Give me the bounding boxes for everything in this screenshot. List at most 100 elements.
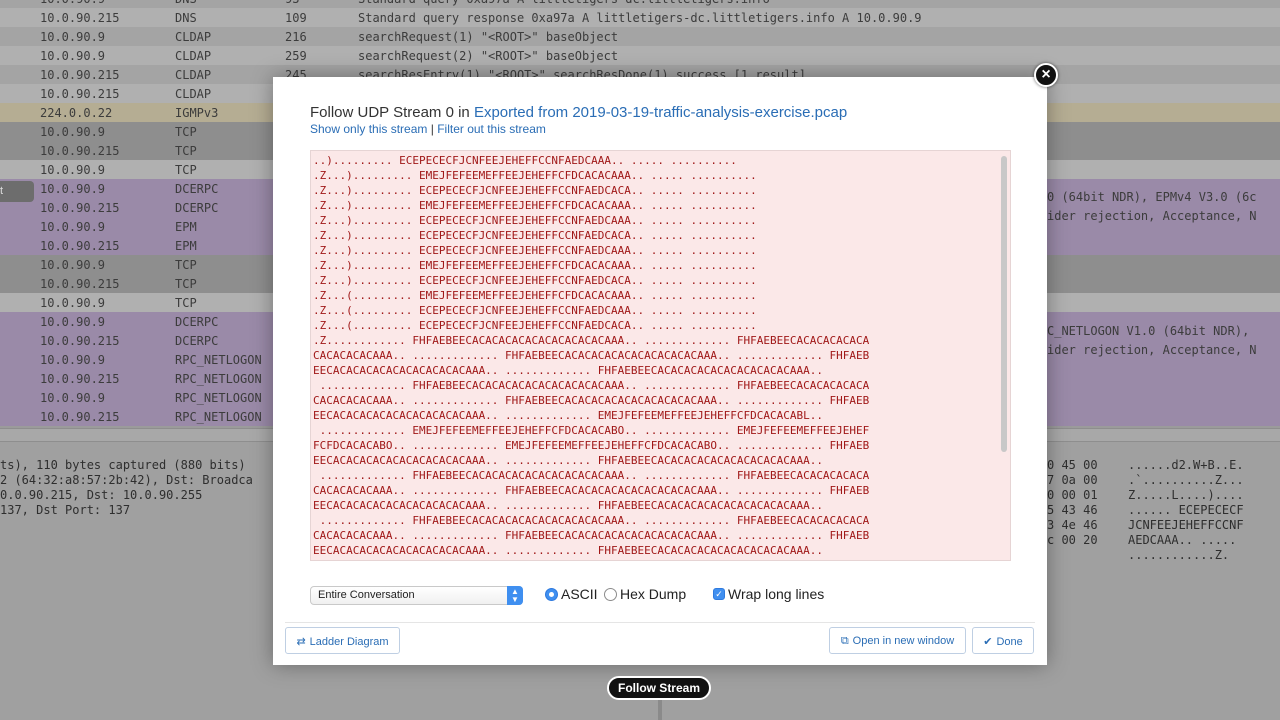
packet-source: 10.0.90.9 (40, 390, 106, 405)
stream-line: .Z...)......... ECEPECECFJCNFEEJEHEFFCCN… (313, 274, 757, 287)
packet-protocol: TCP (175, 295, 197, 310)
packet-source: 10.0.90.9 (40, 29, 106, 44)
packet-protocol: DCERPC (175, 314, 219, 329)
stream-line: CACACACACAAA.. ............. FHFAEBEECAC… (313, 394, 870, 407)
packet-info-fragment: ider rejection, Acceptance, N (1047, 209, 1257, 223)
stream-line: EECACACACACACACACACACACAAA.. ...........… (313, 454, 823, 467)
packet-protocol: RPC_NETLOGON (175, 409, 262, 424)
capture-file-link[interactable]: Exported from 2019-03-19-traffic-analysi… (474, 104, 847, 121)
left-edge-tab: t (0, 181, 34, 202)
show-only-stream-link[interactable]: Show only this stream (310, 122, 427, 136)
stream-line: FCFDCACACABO.. ............. EMEJFEFEEME… (313, 439, 870, 452)
packet-source: 10.0.90.9 (40, 162, 106, 177)
ascii-label: ASCII (561, 586, 598, 602)
stream-line: CACACACACAAA.. ............. FHFAEBEECAC… (313, 529, 870, 542)
filter-out-stream-link[interactable]: Filter out this stream (437, 122, 546, 136)
packet-protocol: DCERPC (175, 181, 219, 196)
stream-line: .Z...)......... ECEPECECFJCNFEEJEHEFFCCN… (313, 184, 757, 197)
stream-content-box[interactable]: ..)......... ECEPECECFJCNFEEJEHEFFCCNFAE… (310, 150, 1011, 561)
stream-line: .Z...)......... EMEJFEFEEMEFFEEJEHEFFCFD… (313, 199, 757, 212)
packet-protocol: TCP (175, 124, 197, 139)
packet-source: 10.0.90.215 (40, 86, 120, 101)
packet-info-fragment: C_NETLOGON V1.0 (64bit NDR), (1047, 324, 1250, 338)
detail-line: 137, Dst Port: 137 (0, 503, 131, 517)
close-icon: × (1041, 66, 1051, 83)
packet-protocol: CLDAP (175, 48, 212, 63)
packet-protocol: TCP (175, 257, 197, 272)
hex-ascii: ...... ECEPECECF (1128, 503, 1244, 517)
packet-protocol: EPM (175, 219, 197, 234)
stream-line: .Z...)......... ECEPECECFJCNFEEJEHEFFCCN… (313, 229, 757, 242)
packet-row[interactable]: 10.0.90.215 DNS 109 Standard query response… (0, 8, 1280, 27)
packet-protocol: CLDAP (175, 86, 212, 101)
packet-protocol: IGMPv3 (175, 105, 219, 120)
packet-source: 10.0.90.215 (40, 67, 120, 82)
conversation-select[interactable]: Entire Conversation ▲ ▼ (310, 586, 523, 605)
new-window-icon: ⧉ (840, 635, 849, 647)
follow-stream-tooltip: Follow Stream (607, 676, 711, 700)
done-label: Done (996, 636, 1023, 648)
stream-line: EECACACACACACACACACACACAAA.. ...........… (313, 544, 823, 557)
footer-divider (285, 622, 1035, 623)
conversation-select-value: Entire Conversation (318, 589, 415, 601)
hex-dump-label: Hex Dump (620, 586, 687, 602)
vertical-split-handle[interactable] (658, 700, 662, 720)
stream-line: ............. EMEJFEFEEMEFFEEJEHEFFCFDCA… (313, 558, 999, 560)
stream-filter-links: Show only this stream | Filter out this … (310, 122, 546, 136)
dialog-title-prefix: Follow UDP Stream 0 in (310, 104, 470, 121)
packet-protocol: CLDAP (175, 67, 212, 82)
packet-row[interactable]: 10.0.90.9 DNS 93 Standard query 0xa97a A li… (0, 0, 1280, 8)
stream-line: .Z...)......... ECEPECECFJCNFEEJEHEFFCCN… (313, 244, 757, 257)
packet-source: 10.0.90.215 (40, 238, 120, 253)
packet-info-fragment: ider rejection, Acceptance, N (1047, 343, 1257, 357)
checkmark-icon: ✔ (983, 636, 993, 648)
packet-source: 10.0.90.9 (40, 295, 106, 310)
hex-bytes: 0 45 00 (1047, 458, 1098, 472)
packet-length: 216 (285, 29, 307, 44)
packet-row[interactable]: 10.0.90.9 CLDAP 259 searchRequest(2) "<ROOT… (0, 46, 1280, 65)
packet-protocol: TCP (175, 276, 197, 291)
stream-line: EECACACACACACACACACACACAAA.. ...........… (313, 409, 823, 422)
stream-line: ............. FHFAEBEECACACACACACACACACA… (313, 379, 870, 392)
wrap-lines-checkbox[interactable]: ✓ (713, 588, 725, 600)
hex-ascii: AEDCAAA.. ..... (1128, 533, 1237, 547)
packet-protocol: DNS (175, 10, 197, 25)
hex-bytes: c 00 20 (1047, 533, 1098, 547)
close-dialog-button[interactable]: × (1034, 63, 1058, 87)
packet-protocol: TCP (175, 162, 197, 177)
packet-protocol: DCERPC (175, 200, 219, 215)
open-new-window-label: Open in new window (852, 635, 955, 647)
packet-source: 10.0.90.215 (40, 10, 120, 25)
hex-bytes: 7 0a 00 (1047, 473, 1098, 487)
stream-line: ............. FHFAEBEECACACACACACACACACA… (313, 514, 870, 527)
open-new-window-button[interactable]: ⧉ Open in new window (829, 627, 966, 654)
hex-bytes: 3 4e 46 (1047, 518, 1098, 532)
hex-dump-radio[interactable] (604, 588, 617, 601)
packet-source: 10.0.90.9 (40, 48, 106, 63)
stream-line: ..)......... ECEPECECFJCNFEEJEHEFFCCNFAE… (313, 154, 737, 167)
stream-line: .Z...)......... ECEPECECFJCNFEEJEHEFFCCN… (313, 214, 757, 227)
ascii-radio[interactable] (545, 588, 558, 601)
packet-source: 10.0.90.215 (40, 200, 120, 215)
packet-info: searchRequest(1) "<ROOT>" baseObject (358, 29, 619, 44)
packet-length: 259 (285, 48, 307, 63)
stream-controls: Entire Conversation ▲ ▼ ASCII Hex Dump ✓ … (310, 585, 1011, 607)
ladder-diagram-button[interactable]: ⇄ Ladder Diagram (285, 627, 400, 654)
packet-source: 10.0.90.9 (40, 181, 106, 196)
stream-line: CACACACACAAA.. ............. FHFAEBEECAC… (313, 349, 870, 362)
packet-info-fragment: 0 (64bit NDR), EPMv4 V3.0 (6c (1047, 190, 1257, 204)
packet-row[interactable]: 10.0.90.9 CLDAP 216 searchRequest(1) "<ROOT… (0, 27, 1280, 46)
done-button[interactable]: ✔ Done (972, 627, 1034, 654)
hex-ascii: .`..........Z... (1128, 473, 1244, 487)
detail-line: ts), 110 bytes captured (880 bits) (0, 458, 246, 472)
stream-scrollbar[interactable] (1001, 156, 1007, 452)
stream-line: EECACACACACACACACACACACAAA.. ...........… (313, 499, 823, 512)
hex-bytes: 0 00 01 (1047, 488, 1098, 502)
stream-line: .Z...)......... EMEJFEFEEMEFFEEJEHEFFCFD… (313, 259, 757, 272)
packet-source: 10.0.90.215 (40, 333, 120, 348)
packet-source: 224.0.0.22 (40, 105, 113, 120)
packet-length: 109 (285, 10, 307, 25)
packet-source: 10.0.90.215 (40, 143, 120, 158)
packet-protocol: RPC_NETLOGON (175, 352, 262, 367)
packet-length: 93 (285, 0, 299, 6)
